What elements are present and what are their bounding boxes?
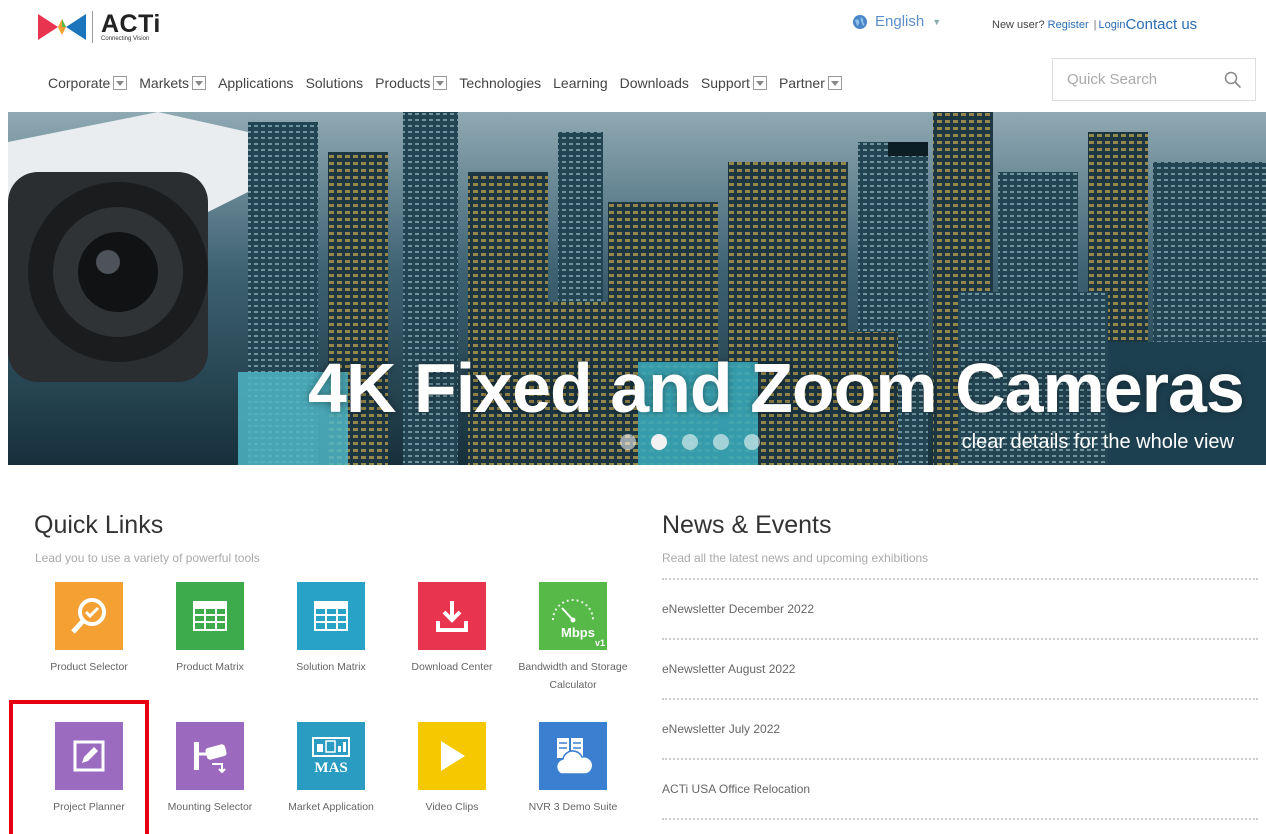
carousel-dot[interactable] [620,434,636,450]
tile-video-clips[interactable]: Video Clips [389,722,515,816]
register-link[interactable]: Register [1048,19,1089,31]
carousel-dot[interactable] [744,434,760,450]
news-item[interactable]: eNewsletter August 2022 [662,640,1258,698]
language-selector[interactable]: English ▼ [852,13,941,30]
tile-label: Solution Matrix [296,661,366,673]
dropdown-arrow-icon[interactable] [192,76,207,90]
search-input[interactable] [1053,71,1218,88]
tile-icon-text: MAS [314,760,348,776]
grid-table-icon [176,582,244,650]
tile-label: Market Application [288,801,374,813]
dropdown-arrow-icon[interactable] [752,76,767,90]
camera-mount-icon [176,722,244,790]
tile-product-selector[interactable]: Product Selector [26,582,152,676]
acti-logo-icon [38,14,86,40]
tile-label: NVR 3 Demo Suite [528,801,618,813]
quick-links-title: Quick Links [34,511,164,539]
news-item[interactable]: ACTi USA Office Relocation [662,760,1258,818]
grid-table-icon [297,582,365,650]
tile-label: Mounting Selector [167,801,253,813]
quick-links-subtitle: Lead you to use a variety of powerful to… [35,551,260,565]
speedometer-icon: Mbps v1 [539,582,607,650]
carousel-dot[interactable] [682,434,698,450]
nav-item-label: Corporate [48,75,111,91]
logo-wordmark: ACTi [101,9,161,38]
link-separator: | [1093,19,1097,31]
nav-item-partner[interactable]: Partner [779,75,842,91]
tile-bandwidth-calculator[interactable]: Mbps v1 Bandwidth and Storage Calculator [510,582,636,694]
nav-item-label: Technologies [459,75,542,91]
globe-icon [853,14,867,29]
contact-us-link[interactable]: Contact us [1125,16,1197,33]
tile-product-matrix[interactable]: Product Matrix [147,582,273,676]
main-nav: Corporate Markets Applications Solutions… [48,75,854,91]
nav-item-label: Applications [218,75,294,91]
nav-item-applications[interactable]: Applications [218,75,294,91]
acti-logo[interactable]: ACTi Connecting Vision [38,10,161,44]
news-item[interactable]: eNewsletter July 2022 [662,700,1258,758]
divider [662,818,1258,820]
search-icon[interactable] [1224,71,1242,89]
cloud-server-icon [539,722,607,790]
nav-item-label: Markets [139,75,190,91]
magnifier-check-icon [55,582,123,650]
nav-item-label: Learning [553,75,608,91]
nav-item-products[interactable]: Products [375,75,448,91]
language-label: English [875,13,925,30]
dropdown-arrow-icon[interactable] [433,76,448,90]
logo-divider [92,11,93,43]
nav-item-label: Partner [778,75,825,91]
tile-label: Download Center [411,661,493,673]
nav-item-corporate[interactable]: Corporate [48,75,128,91]
login-link[interactable]: Login [1099,19,1126,31]
news-item[interactable]: eNewsletter December 2022 [662,580,1258,638]
highlight-box [9,700,149,834]
dropdown-arrow-icon[interactable] [827,76,842,90]
tile-label: Bandwidth and Storage Calculator [518,661,628,691]
new-user-label: New user? [992,19,1045,31]
banner-subtitle: clear details for the whole view [961,431,1234,453]
quick-search [1052,58,1256,101]
nav-item-label: Solutions [305,75,364,91]
nav-item-learning[interactable]: Learning [553,75,608,91]
nav-item-label: Support [700,75,750,91]
nav-item-label: Products [375,75,431,91]
tile-solution-matrix[interactable]: Solution Matrix [268,582,394,676]
tile-icon-subscript: v1 [594,638,605,648]
carousel-dot[interactable] [713,434,729,450]
tile-label: Video Clips [425,801,479,813]
carousel-dot-active[interactable] [651,434,667,450]
tile-icon-text: Mbps [561,624,595,640]
tile-label: Product Matrix [176,661,244,673]
tile-nvr-demo-suite[interactable]: NVR 3 Demo Suite [510,722,636,816]
chevron-down-icon: ▼ [932,16,942,27]
tile-mounting-selector[interactable]: Mounting Selector [147,722,273,816]
nav-item-technologies[interactable]: Technologies [459,75,541,91]
carousel-dots [620,434,760,450]
play-icon [418,722,486,790]
tile-label: Product Selector [50,661,128,673]
news-list: eNewsletter December 2022 eNewsletter Au… [662,578,1258,820]
dropdown-arrow-icon[interactable] [113,76,128,90]
tile-market-application[interactable]: MAS Market Application [268,722,394,816]
mas-icon: MAS [297,722,365,790]
nav-item-markets[interactable]: Markets [139,75,207,91]
nav-item-support[interactable]: Support [701,75,767,91]
download-icon [418,582,486,650]
banner-title: 4K Fixed and Zoom Cameras [308,349,1245,427]
nav-item-label: Downloads [619,75,689,91]
logo-tagline: Connecting Vision [101,35,150,42]
news-subtitle: Read all the latest news and upcoming ex… [662,551,929,565]
nav-item-downloads[interactable]: Downloads [620,75,689,91]
user-links: New user? Register | LoginContact us [992,15,1197,33]
hero-banner[interactable]: 4K Fixed and Zoom Cameras clear details … [8,112,1266,465]
nav-item-solutions[interactable]: Solutions [306,75,364,91]
news-title: News & Events [662,511,832,539]
tile-download-center[interactable]: Download Center [389,582,515,676]
